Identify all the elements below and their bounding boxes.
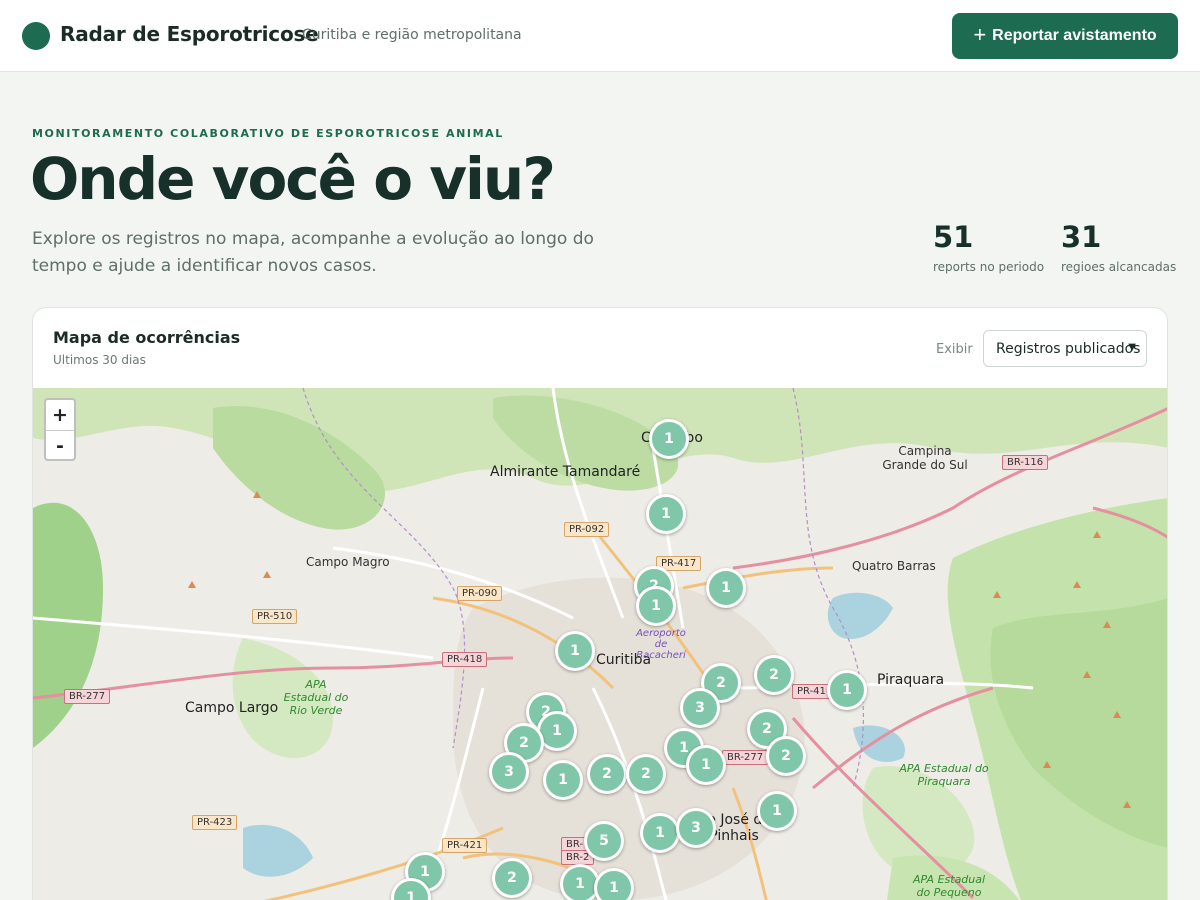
road-label: PR-41 (792, 684, 831, 699)
cluster-marker[interactable]: 3 (489, 752, 529, 792)
hero-eyebrow: MONITORAMENTO COLABORATIVO DE ESPOROTRIC… (32, 127, 504, 140)
road-label: BR-277 (64, 689, 111, 704)
cluster-marker[interactable]: 2 (492, 858, 532, 898)
stat-regions-label: regioes alcancadas (1061, 260, 1177, 274)
filter-select[interactable]: Registros publicados ▼ (983, 330, 1147, 367)
page-title: Onde você o viu? (30, 145, 556, 213)
cluster-marker[interactable]: 1 (706, 568, 746, 608)
cluster-marker[interactable]: 1 (827, 670, 867, 710)
report-sighting-label: Reportar avistamento (992, 27, 1157, 44)
place-label: APA Estadual do Piraquara (899, 762, 989, 788)
report-sighting-button[interactable]: + Reportar avistamento (952, 13, 1178, 59)
cluster-marker[interactable]: 1 (757, 791, 797, 831)
zoom-out-button[interactable]: - (46, 430, 74, 459)
cluster-marker[interactable]: 1 (636, 586, 676, 626)
filter-label: Exibir (936, 342, 973, 357)
road-label: PR-421 (442, 838, 488, 853)
cluster-marker[interactable]: 1 (543, 760, 583, 800)
cluster-marker[interactable]: 2 (754, 655, 794, 695)
cluster-marker[interactable]: 1 (640, 813, 680, 853)
cluster-marker[interactable]: 1 (649, 419, 689, 459)
stat-regions: 31 regioes alcancadas (1061, 220, 1176, 274)
cluster-marker[interactable]: 2 (766, 736, 806, 776)
place-label: Quatro Barras (852, 559, 936, 573)
cluster-marker[interactable]: 1 (594, 868, 634, 900)
hero-description: Explore os registros no mapa, acompanhe … (32, 229, 594, 276)
place-label: APA Estadual do Pequeno (912, 873, 986, 899)
place-label: Campo Largo (185, 700, 279, 716)
map-card: Mapa de ocorrências Ultimos 30 dias Exib… (32, 307, 1168, 900)
road-label: PR-423 (192, 815, 238, 830)
filter-select-value: Registros publicados (996, 340, 1141, 357)
place-label: Piraquara (877, 672, 945, 688)
cluster-marker[interactable]: 3 (680, 688, 720, 728)
brand-logo-icon (22, 22, 50, 50)
road-label: BR-277 (722, 750, 769, 765)
road-label: PR-090 (457, 586, 503, 601)
road-label: BR-116 (1002, 455, 1049, 470)
brand-name[interactable]: Radar de Esporotricose (60, 22, 319, 46)
place-label: Aeroporto de Bacacheri (636, 628, 686, 661)
road-label: PR-418 (442, 652, 488, 667)
cluster-marker[interactable]: 5 (584, 821, 624, 861)
chevron-down-icon: ▼ (1128, 342, 1136, 353)
map-card-subtitle: Ultimos 30 dias (53, 353, 146, 367)
cluster-marker[interactable]: 1 (646, 494, 686, 534)
cluster-marker[interactable]: 1 (686, 745, 726, 785)
zoom-control: + - (44, 398, 76, 461)
place-label: APA Estadual do Rio Verde (283, 678, 349, 717)
zoom-in-button[interactable]: + (46, 400, 74, 430)
cluster-marker[interactable]: 2 (587, 754, 627, 794)
cluster-marker[interactable]: 1 (555, 631, 595, 671)
road-label: PR-510 (252, 609, 298, 624)
brand-subtitle: Curitiba e região metropolitana (302, 27, 522, 43)
plus-icon: + (973, 22, 987, 47)
stat-reports: 51 reports no periodo (933, 220, 1044, 274)
place-label: Campina Grande do Sul (882, 444, 968, 472)
place-label: Campo Magro (306, 555, 390, 569)
cluster-marker[interactable]: 2 (626, 754, 666, 794)
place-label: Almirante Tamandaré (490, 464, 641, 480)
map-card-title: Mapa de ocorrências (53, 328, 241, 347)
stat-regions-value: 31 (1061, 220, 1102, 254)
cluster-marker[interactable]: 3 (676, 808, 716, 848)
stat-reports-label: reports no periodo (933, 260, 1045, 274)
stat-reports-value: 51 (933, 220, 974, 254)
map-view[interactable]: + - Almirante Tamandaré Colombo Campina … (33, 388, 1167, 900)
road-label: PR-092 (564, 522, 610, 537)
top-bar: Radar de Esporotricose Curitiba e região… (0, 0, 1200, 72)
